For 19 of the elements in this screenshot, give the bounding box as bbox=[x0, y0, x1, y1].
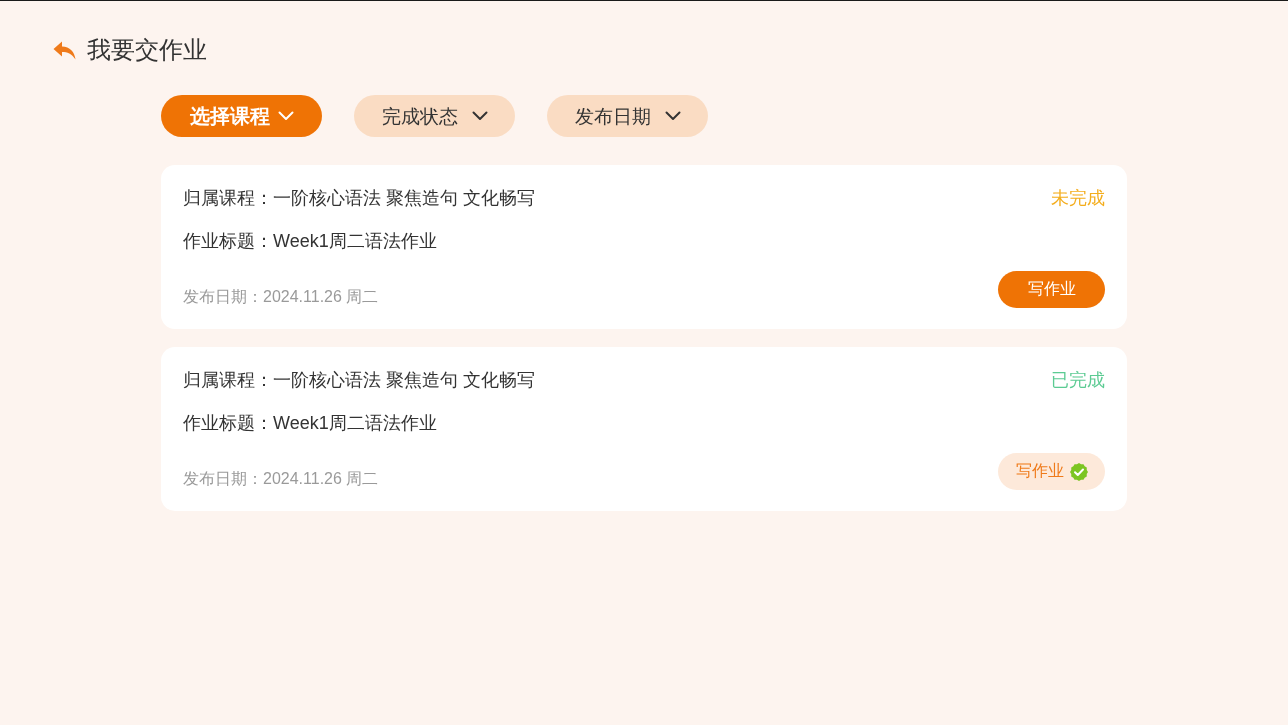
filter-dropdown[interactable]: 发布日期 bbox=[547, 95, 708, 137]
publish-date: 发布日期：2024.11.26 周二 bbox=[183, 287, 379, 307]
course-label: 归属课程：一阶核心语法 聚焦造句 文化畅写 bbox=[183, 187, 535, 210]
check-badge-icon bbox=[1069, 462, 1088, 481]
chevron-down-icon bbox=[664, 111, 681, 121]
filter-dropdown[interactable]: 完成状态 bbox=[354, 95, 515, 137]
page-title: 我要交作业 bbox=[87, 37, 207, 63]
write-homework-button[interactable]: 写作业 bbox=[998, 271, 1105, 308]
status-label: 已完成 bbox=[1051, 369, 1105, 392]
status-label: 未完成 bbox=[1051, 187, 1105, 210]
back-arrow-icon[interactable] bbox=[53, 40, 76, 60]
write-homework-button[interactable]: 写作业 bbox=[998, 453, 1105, 490]
chevron-down-icon bbox=[471, 111, 488, 121]
chevron-down-icon bbox=[277, 111, 294, 121]
filter-dropdown[interactable]: 选择课程 bbox=[161, 95, 322, 137]
course-label: 归属课程：一阶核心语法 聚焦造句 文化畅写 bbox=[183, 369, 535, 392]
assignment-title: 作业标题：Week1周二语法作业 bbox=[183, 230, 437, 253]
assignment-title: 作业标题：Week1周二语法作业 bbox=[183, 412, 437, 435]
publish-date: 发布日期：2024.11.26 周二 bbox=[183, 469, 379, 489]
